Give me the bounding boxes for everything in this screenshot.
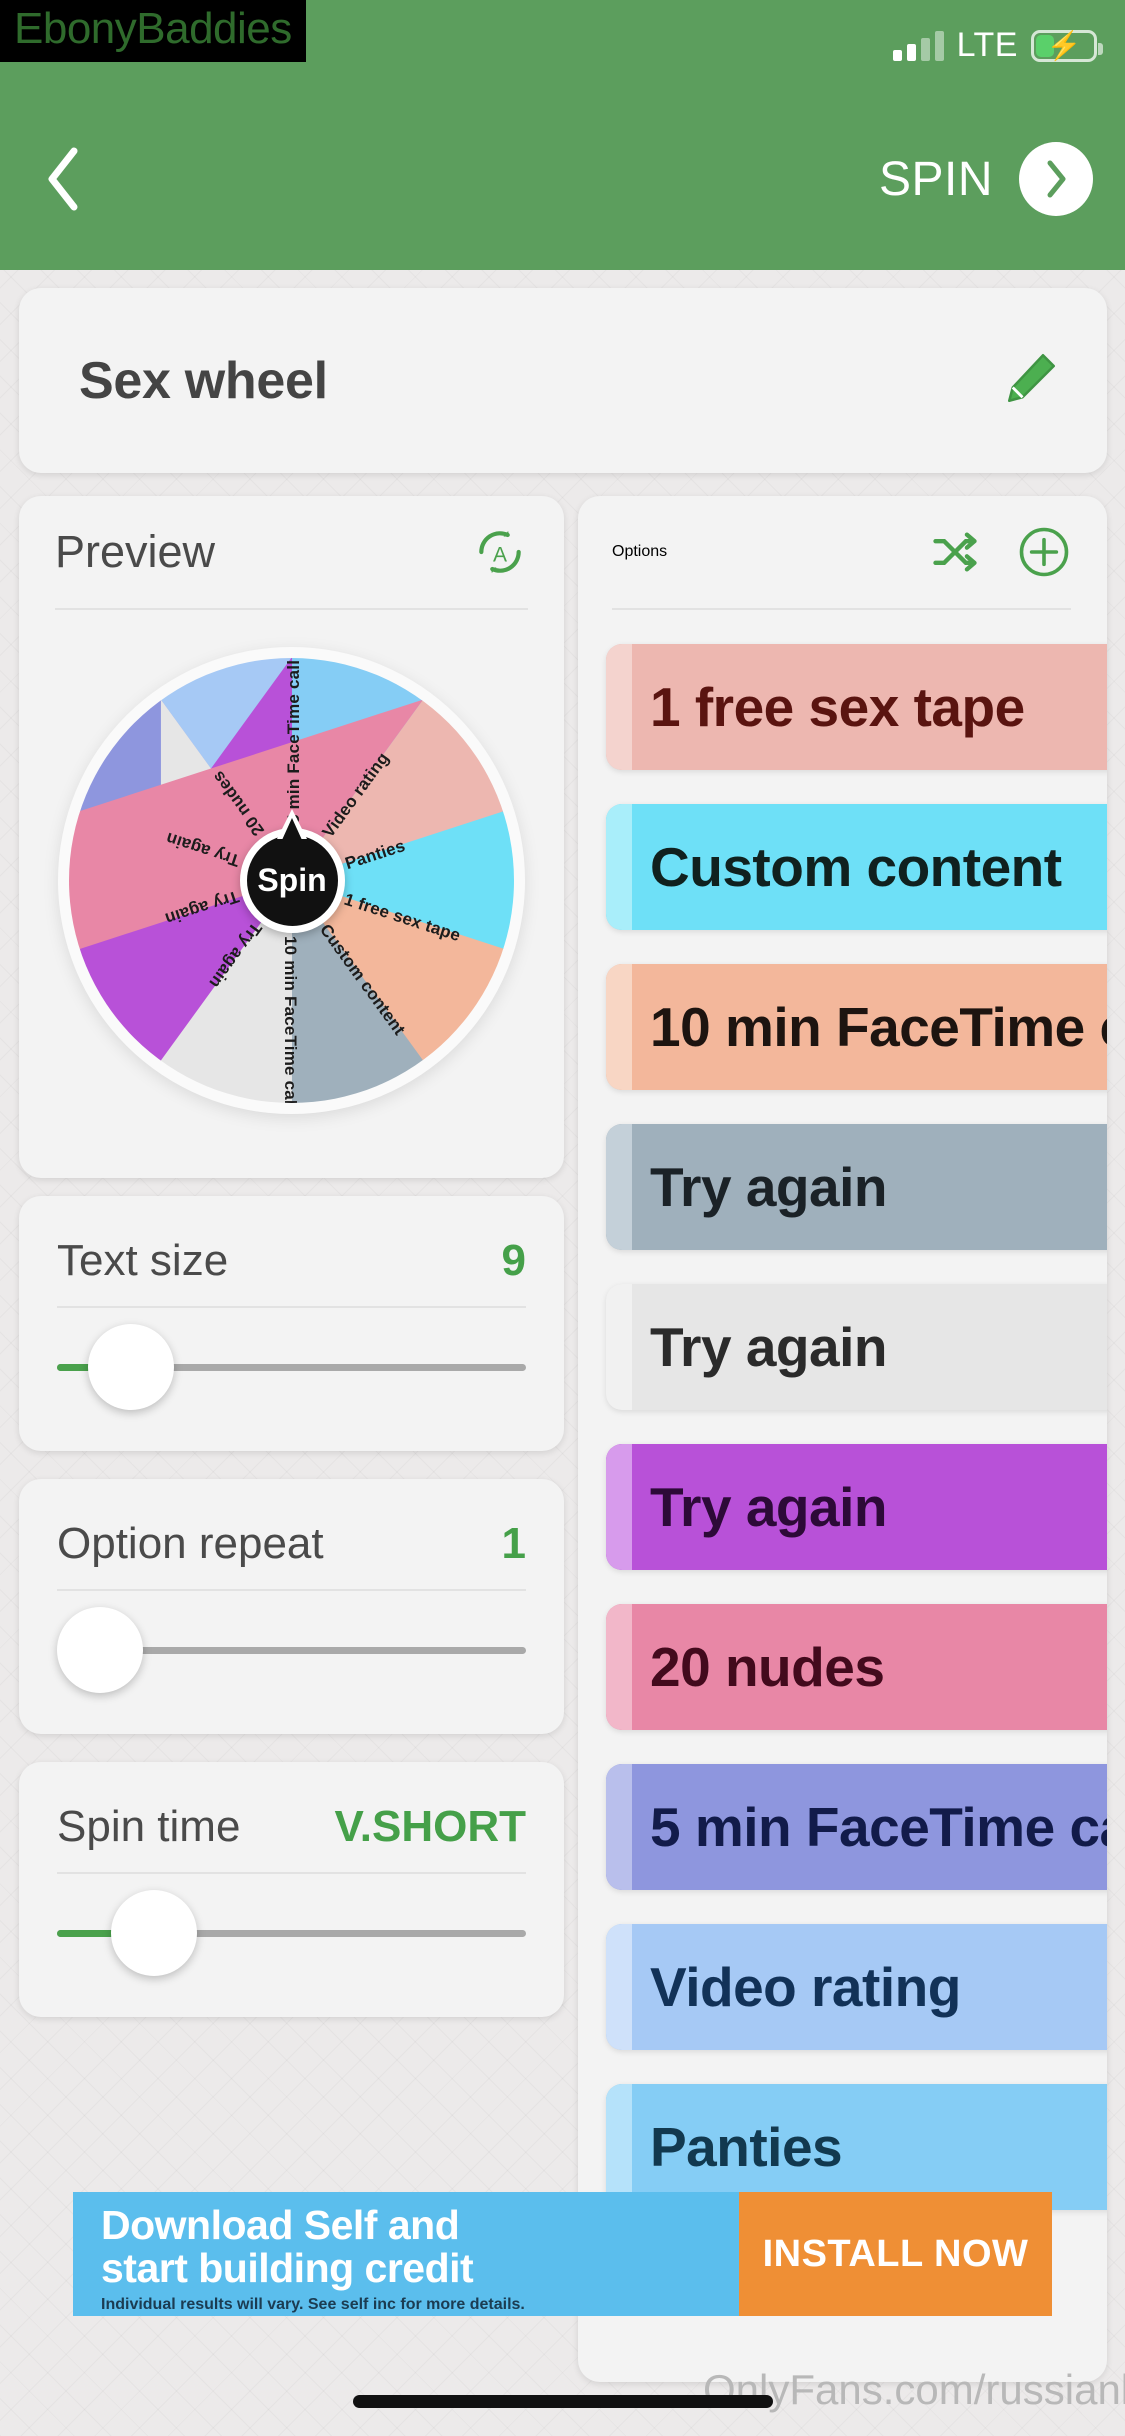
top-watermark: EbonyBaddies bbox=[0, 0, 306, 63]
text-size-label: Text size bbox=[57, 1236, 229, 1285]
ad-disclaimer: Individual results will vary. See self i… bbox=[101, 2296, 525, 2314]
preview-heading: Preview bbox=[55, 526, 216, 577]
option-chip-label: Custom content bbox=[650, 836, 1062, 898]
option-chip[interactable]: 1 free sex tape bbox=[606, 644, 1107, 770]
status-bar: EbonyBaddies LTE ⚡ bbox=[0, 0, 1125, 88]
option-chip[interactable]: Try again bbox=[606, 1124, 1107, 1250]
option-repeat-track-wrap[interactable] bbox=[57, 1591, 526, 1711]
text-size-thumb[interactable] bbox=[87, 1324, 174, 1410]
auto-rotate-icon[interactable]: A bbox=[472, 524, 528, 580]
green-header: EbonyBaddies LTE ⚡ SPIN bbox=[0, 0, 1125, 270]
option-chip-label: Try again bbox=[650, 1156, 887, 1218]
option-chip-edge bbox=[606, 1604, 632, 1730]
option-chip-edge bbox=[606, 1284, 632, 1410]
option-chip[interactable]: 5 min FaceTime call bbox=[606, 1764, 1107, 1890]
pencil-icon bbox=[1008, 354, 1055, 402]
navigation-bar: SPIN bbox=[0, 88, 1125, 270]
option-chip-edge bbox=[606, 964, 632, 1090]
option-chip[interactable]: Try again bbox=[606, 1284, 1107, 1410]
wheel-outer-ring: 5 min FaceTime call Video rating Panties 1 … bbox=[58, 646, 525, 1114]
option-chip[interactable]: Video rating bbox=[606, 1924, 1107, 2050]
options-header: Options bbox=[612, 496, 1107, 608]
option-chip-edge bbox=[606, 644, 632, 770]
option-chip-edge bbox=[606, 1924, 632, 2050]
preview-header-actions[interactable]: A bbox=[472, 524, 528, 580]
ad-headline-line1: Download Self and bbox=[101, 2202, 460, 2248]
option-chip-label: Try again bbox=[650, 1316, 887, 1378]
spin-time-thumb[interactable] bbox=[110, 1890, 197, 1976]
home-indicator[interactable] bbox=[352, 2395, 773, 2408]
option-chip[interactable]: Custom content bbox=[606, 804, 1107, 930]
options-heading: Options bbox=[612, 543, 668, 560]
app-root: EbonyBaddies LTE ⚡ SPIN Sex wheel Previe… bbox=[0, 0, 1125, 2436]
text-size-slider-card[interactable]: Text size 9 bbox=[19, 1196, 564, 1451]
spin-time-value: V.SHORT bbox=[334, 1802, 526, 1851]
ad-content: Download Self and start building credit … bbox=[73, 2192, 739, 2316]
spin-time-header: Spin time V.SHORT bbox=[57, 1762, 526, 1872]
option-chip-edge bbox=[606, 804, 632, 930]
options-card: Options 1 free sex tape Custom content 10 … bbox=[578, 496, 1107, 2382]
battery-charging-icon: ⚡ bbox=[1031, 29, 1103, 62]
option-chip-label: Panties bbox=[650, 2116, 843, 2178]
status-indicators: LTE ⚡ bbox=[892, 26, 1103, 65]
options-header-actions[interactable] bbox=[929, 525, 1071, 579]
option-repeat-value: 1 bbox=[501, 1519, 526, 1568]
option-chip[interactable]: Try again bbox=[606, 1444, 1107, 1570]
option-chip-label: 10 min FaceTime call bbox=[650, 996, 1107, 1058]
spin-time-slider-card[interactable]: Spin time V.SHORT bbox=[19, 1762, 564, 2017]
spin-time-label: Spin time bbox=[57, 1802, 241, 1851]
preview-card: Preview A 5 min FaceTime call Video ratin… bbox=[19, 496, 564, 1178]
spin-hub-label: Spin bbox=[257, 862, 327, 898]
wheel-segment-label: 5 min FaceTime call bbox=[283, 659, 303, 824]
back-button[interactable] bbox=[20, 137, 104, 221]
option-chip-edge bbox=[606, 1764, 632, 1890]
ad-install-button[interactable]: INSTALL NOW bbox=[739, 2192, 1052, 2316]
network-type-label: LTE bbox=[956, 26, 1018, 64]
svg-text:A: A bbox=[493, 543, 507, 566]
option-repeat-thumb[interactable] bbox=[57, 1607, 143, 1693]
wheel-segment-label: 10 min FaceTime call bbox=[280, 936, 300, 1103]
option-chip[interactable]: 10 min FaceTime call bbox=[606, 964, 1107, 1090]
plus-circle-icon[interactable] bbox=[1017, 525, 1071, 579]
chevron-right-icon bbox=[1047, 160, 1066, 198]
preview-header: Preview A bbox=[55, 496, 528, 608]
ad-headline-line2: start building credit bbox=[101, 2245, 474, 2292]
option-repeat-slider-card[interactable]: Option repeat 1 bbox=[19, 1479, 564, 1734]
text-size-track-wrap[interactable] bbox=[57, 1308, 526, 1428]
edit-title-button[interactable] bbox=[1001, 348, 1061, 413]
spin-next-button[interactable] bbox=[1019, 142, 1093, 216]
option-chip[interactable]: 20 nudes bbox=[606, 1604, 1107, 1730]
ad-banner[interactable]: Download Self and start building credit … bbox=[73, 2192, 1052, 2316]
option-repeat-header: Option repeat 1 bbox=[57, 1479, 526, 1589]
options-list[interactable]: 1 free sex tape Custom content 10 min Face… bbox=[606, 610, 1107, 2210]
wheel-title-card[interactable]: Sex wheel bbox=[19, 288, 1107, 473]
signal-strength-icon bbox=[892, 30, 944, 61]
option-repeat-label: Option repeat bbox=[57, 1519, 324, 1568]
ad-cta-label: INSTALL NOW bbox=[762, 2232, 1029, 2275]
option-chip-edge bbox=[606, 1444, 632, 1570]
option-chip-label: Try again bbox=[650, 1476, 887, 1538]
option-chip-label: 1 free sex tape bbox=[650, 676, 1025, 738]
chevron-left-icon bbox=[48, 147, 78, 211]
option-chip-label: 5 min FaceTime call bbox=[650, 1796, 1107, 1858]
text-size-header: Text size 9 bbox=[57, 1196, 526, 1306]
spin-time-track-wrap[interactable] bbox=[57, 1874, 526, 1994]
spin-hub-button[interactable]: Spin bbox=[239, 809, 345, 933]
wheel-preview[interactable]: 5 min FaceTime call Video rating Panties 1 … bbox=[55, 610, 528, 1150]
option-chip-label: Video rating bbox=[650, 1956, 961, 2018]
option-chip-edge bbox=[606, 1124, 632, 1250]
text-size-value: 9 bbox=[501, 1236, 526, 1285]
option-chip-label: 20 nudes bbox=[650, 1636, 885, 1698]
spin-action-group[interactable]: SPIN bbox=[879, 142, 1093, 216]
shuffle-icon[interactable] bbox=[929, 526, 981, 578]
spin-label: SPIN bbox=[878, 152, 993, 206]
page-title: Sex wheel bbox=[79, 351, 328, 410]
